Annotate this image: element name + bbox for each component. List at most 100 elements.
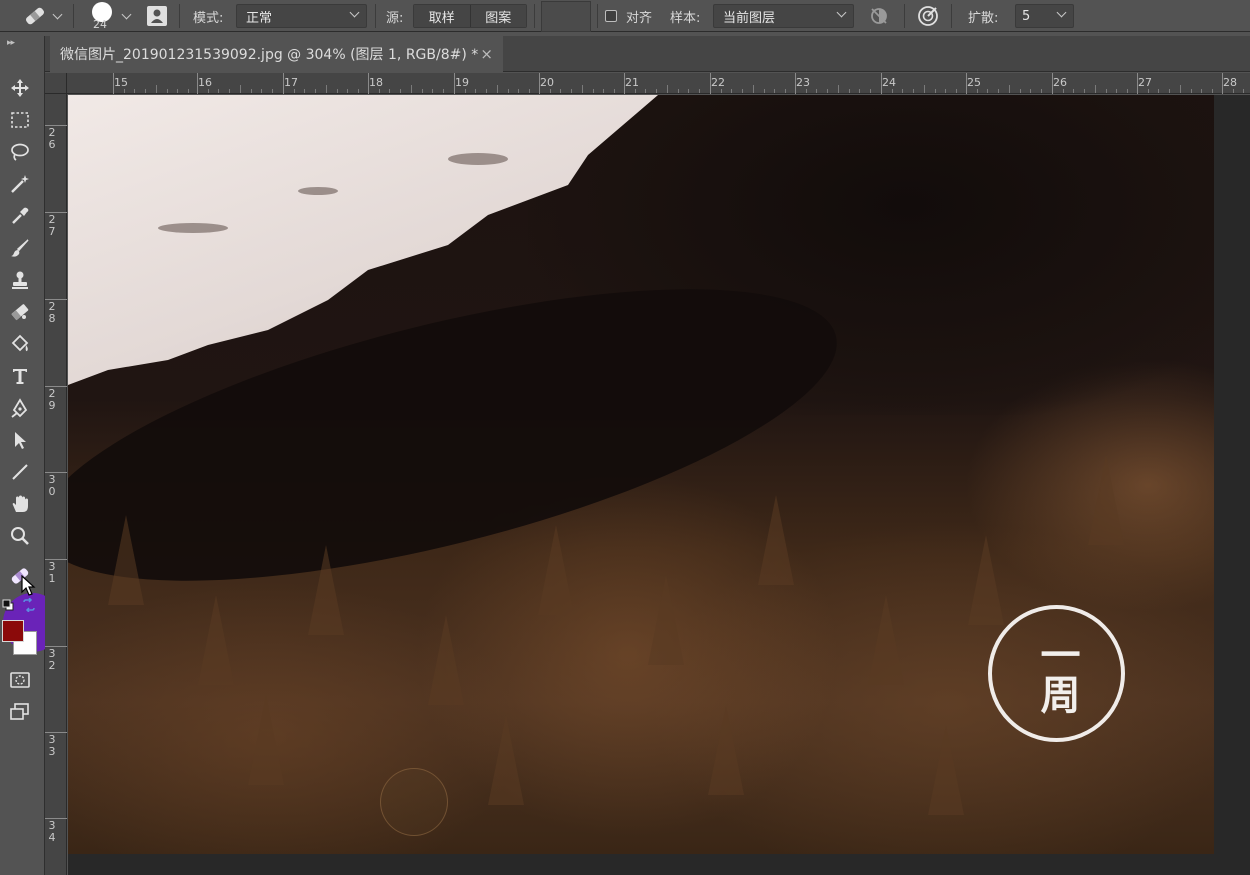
ruler-minor-tick: [218, 89, 220, 93]
tool-preset-dropdown[interactable]: [52, 0, 63, 32]
magic-wand-icon[interactable]: [8, 172, 32, 196]
type-icon[interactable]: [8, 364, 32, 388]
ruler-minor-tick: [187, 89, 189, 93]
ruler-label: 3: [48, 745, 56, 758]
ruler-minor-tick: [955, 89, 957, 93]
ruler-minor-tick: [1008, 85, 1010, 93]
ruler-label: 3: [48, 733, 56, 746]
document-tab[interactable]: 微信图片_201901231539092.jpg @ 304% (图层 1, R…: [50, 36, 503, 72]
mode-label: 模式:: [193, 10, 224, 26]
ruler-minor-tick: [1030, 89, 1032, 93]
ruler-minor-tick: [1243, 89, 1245, 93]
aligned-checkbox[interactable]: [605, 10, 617, 22]
source-segment: 取样 图案: [413, 4, 527, 28]
sample-select[interactable]: 当前图层: [713, 4, 854, 28]
ruler-minor-tick: [347, 89, 349, 93]
ruler-minor-tick: [464, 89, 466, 93]
screen-mode-icon[interactable]: [8, 700, 32, 724]
aligned-checkbox-wrap[interactable]: [605, 0, 617, 32]
ruler-minor-tick: [1019, 89, 1021, 93]
diffusion-select[interactable]: 5: [1015, 4, 1074, 28]
healing-brush-tool-preset-icon[interactable]: [22, 0, 48, 32]
close-tab-icon[interactable]: ×: [480, 45, 493, 63]
ruler-minor-tick: [742, 89, 744, 93]
ruler-minor-tick: [666, 85, 668, 93]
quick-mask-icon[interactable]: [8, 668, 32, 692]
document-image[interactable]: 一周: [68, 95, 1214, 854]
ruler-label: 22: [711, 76, 725, 89]
canvas-area[interactable]: 一周: [68, 95, 1250, 875]
ruler-label: 2: [48, 126, 56, 139]
ruler-label: 23: [796, 76, 810, 89]
pressure-size-icon[interactable]: [917, 0, 939, 32]
source-pattern-button[interactable]: 图案: [469, 5, 526, 27]
ruler-minor-tick: [784, 89, 786, 93]
ruler-minor-tick: [677, 89, 679, 93]
ruler-minor-tick: [239, 85, 241, 93]
foreground-color-swatch[interactable]: [2, 620, 24, 642]
ruler-label: 2: [48, 659, 56, 672]
paint-bucket-icon[interactable]: [8, 332, 32, 356]
ruler-minor-tick: [560, 89, 562, 93]
ruler-minor-tick: [1201, 89, 1203, 93]
ruler-minor-tick: [827, 89, 829, 93]
ruler-minor-tick: [421, 89, 423, 93]
eraser-icon[interactable]: [8, 300, 32, 324]
ruler-minor-tick: [1126, 89, 1128, 93]
clone-source-panel-icon[interactable]: [146, 0, 168, 32]
ruler-minor-tick: [507, 89, 509, 93]
ruler-minor-tick: [1062, 89, 1064, 93]
ruler-origin[interactable]: [45, 73, 67, 94]
path-select-icon[interactable]: [8, 428, 32, 452]
marquee-icon[interactable]: [8, 108, 32, 132]
pen-icon[interactable]: [8, 396, 32, 420]
clone-stamp-icon[interactable]: [8, 268, 32, 292]
zoom-icon[interactable]: [8, 524, 32, 548]
ruler-label: 15: [114, 76, 128, 89]
image-rock: [448, 153, 508, 165]
ignore-adjustment-layers-icon[interactable]: [869, 0, 889, 32]
ruler-label: 4: [48, 831, 56, 844]
image-tree: [758, 495, 794, 585]
lasso-icon[interactable]: [8, 140, 32, 164]
default-colors-icon[interactable]: [2, 599, 14, 611]
ruler-label: 3: [48, 647, 56, 660]
ruler-minor-tick: [816, 89, 818, 93]
mode-select[interactable]: 正常: [236, 4, 367, 28]
ruler-minor-tick: [581, 85, 583, 93]
ruler-minor-tick: [145, 89, 147, 93]
source-sampled-button[interactable]: 取样: [414, 5, 470, 27]
ruler-minor-tick: [336, 89, 338, 93]
move-icon[interactable]: [8, 76, 32, 100]
ruler-minor-tick: [1094, 85, 1096, 93]
ruler-label: 19: [455, 76, 469, 89]
ruler-minor-tick: [400, 89, 402, 93]
ruler-minor-tick: [763, 89, 765, 93]
image-tree: [1088, 455, 1124, 545]
brush-picker-dropdown[interactable]: [121, 0, 132, 32]
diffusion-label: 扩散:: [968, 10, 999, 26]
ruler-minor-tick: [134, 89, 136, 93]
panel-collapse-icon[interactable]: ▸▸: [7, 38, 15, 48]
ruler-minor-tick: [848, 89, 850, 93]
line-icon[interactable]: [8, 460, 32, 484]
image-rock: [158, 223, 228, 233]
document-tab-bar: 微信图片_201901231539092.jpg @ 304% (图层 1, R…: [45, 36, 1250, 72]
ruler-minor-tick: [998, 89, 1000, 93]
ruler-label: 3: [48, 560, 56, 573]
ruler-minor-tick: [250, 89, 252, 93]
pattern-picker[interactable]: [541, 1, 591, 32]
ruler-minor-tick: [869, 89, 871, 93]
ruler-minor-tick: [1073, 89, 1075, 93]
image-tree: [308, 545, 344, 635]
eyedropper-icon[interactable]: [8, 204, 32, 228]
ruler-minor-tick: [934, 89, 936, 93]
document-tab-title: 微信图片_201901231539092.jpg @ 304% (图层 1, R…: [60, 47, 479, 63]
hand-icon[interactable]: [8, 492, 32, 516]
ruler-minor-tick: [923, 85, 925, 93]
image-tree: [648, 575, 684, 665]
ruler-minor-tick: [432, 89, 434, 93]
brush-icon[interactable]: [8, 236, 32, 260]
swap-colors-icon[interactable]: [22, 597, 36, 616]
ruler-minor-tick: [1084, 89, 1086, 93]
